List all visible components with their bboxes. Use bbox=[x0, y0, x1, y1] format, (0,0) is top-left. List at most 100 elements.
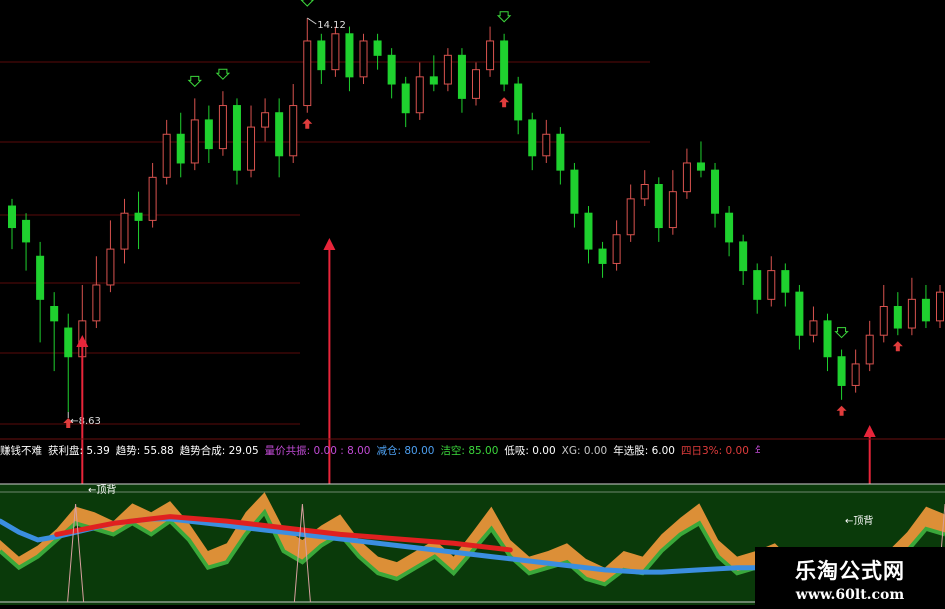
candle-body bbox=[317, 40, 326, 71]
candle-body bbox=[345, 33, 354, 78]
indicator-item: 四日3%: 0.00 bbox=[681, 445, 749, 457]
candle-body bbox=[823, 320, 832, 358]
candle-body bbox=[542, 133, 551, 157]
up-arrow-icon bbox=[302, 118, 313, 129]
candle-body bbox=[725, 212, 734, 243]
candle-body bbox=[837, 356, 846, 386]
candle-body bbox=[8, 205, 16, 229]
candle-body bbox=[865, 334, 874, 365]
candle-body bbox=[176, 133, 185, 164]
candle-body bbox=[387, 54, 396, 85]
down-arrow-icon bbox=[496, 11, 512, 23]
up-arrow-icon bbox=[836, 405, 847, 416]
up-arrow-icon bbox=[499, 97, 510, 108]
indicator-item: 量价共振: 0.00 : 8.00 bbox=[264, 445, 371, 457]
sub-label-top-divergence: ←顶背 bbox=[88, 483, 116, 496]
candle-body bbox=[514, 83, 523, 121]
candle-body bbox=[654, 183, 663, 229]
indicator-item: 获利盘: 5.39 bbox=[48, 445, 110, 457]
indicator-item: XG: 0.00 bbox=[561, 445, 608, 457]
high-pointer bbox=[306, 17, 317, 25]
candle-body bbox=[148, 176, 157, 221]
candle-body bbox=[204, 119, 213, 150]
down-arrow-icon bbox=[215, 68, 231, 80]
candle-body bbox=[36, 255, 45, 300]
candle-body bbox=[921, 298, 930, 322]
candle-body bbox=[711, 169, 720, 214]
candle-body bbox=[331, 33, 340, 71]
indicator-item: 赚钱不难 bbox=[0, 445, 42, 457]
candle-body bbox=[682, 162, 691, 193]
candle-body bbox=[809, 320, 818, 336]
candle-body bbox=[232, 105, 241, 171]
candle-body bbox=[907, 298, 916, 329]
signal-arrow-head bbox=[76, 335, 89, 347]
low-label: ←8.63 bbox=[70, 416, 101, 427]
candle-body bbox=[275, 112, 284, 157]
candle-body bbox=[457, 54, 466, 99]
watermark: 乐淘公式网 www.60lt.com bbox=[755, 547, 945, 609]
candle-body bbox=[500, 40, 509, 85]
high-label: 14.12 bbox=[317, 20, 346, 31]
candle-body bbox=[401, 83, 410, 114]
candle-body bbox=[879, 306, 888, 336]
indicator-item: 年选股: 6.00 bbox=[613, 445, 675, 457]
candle-body bbox=[781, 270, 790, 293]
down-arrow-icon bbox=[300, 0, 314, 7]
candle-body bbox=[92, 284, 101, 322]
down-arrow-icon bbox=[187, 75, 202, 88]
candle-body bbox=[134, 212, 143, 221]
candle-body bbox=[429, 76, 438, 85]
candle-body bbox=[696, 162, 705, 171]
candle-body bbox=[767, 270, 776, 300]
candle-body bbox=[415, 76, 424, 114]
candle-body bbox=[556, 133, 565, 171]
candle-body bbox=[22, 219, 31, 243]
candle-body bbox=[373, 40, 382, 56]
candle-body bbox=[106, 248, 115, 286]
indicator-item: 低吸: 0.00 bbox=[504, 445, 556, 457]
candle-body bbox=[795, 291, 804, 336]
signal-arrow-head bbox=[863, 425, 876, 437]
candle-body bbox=[359, 40, 368, 78]
candle-body bbox=[486, 40, 495, 71]
indicator-item: 减仓: 80.00 bbox=[376, 445, 435, 457]
up-arrow-icon bbox=[892, 341, 903, 352]
candle-body bbox=[162, 133, 171, 178]
candle-body bbox=[893, 306, 902, 329]
candle-body bbox=[851, 363, 860, 386]
sub-label-top-divergence: ←顶背 bbox=[845, 514, 873, 527]
candle-body bbox=[570, 169, 579, 214]
indicator-item: 洁空: 85.00 bbox=[440, 445, 499, 457]
candle-body bbox=[443, 54, 452, 85]
candle-body bbox=[668, 191, 677, 229]
candle-body bbox=[261, 112, 270, 128]
candle-body bbox=[936, 291, 944, 322]
candle-body bbox=[190, 119, 199, 164]
candle-body bbox=[218, 105, 227, 150]
candle-body bbox=[247, 126, 256, 171]
candle-body bbox=[626, 198, 635, 236]
watermark-url: www.60lt.com bbox=[795, 587, 905, 603]
indicator-item: 趋势合成: 29.05 bbox=[179, 445, 259, 457]
indicator-item: 趋势: 55.88 bbox=[115, 445, 174, 457]
candle-body bbox=[50, 306, 59, 322]
candle-body bbox=[598, 248, 607, 264]
candlestick-chart: 14.12 ←8.63 ←顶背 ←顶背 bbox=[0, 0, 945, 605]
candle-body bbox=[120, 212, 129, 250]
indicator-row: 赚钱不难 获利盘: 5.39 趋势: 55.88 趋势合成: 29.05 量价共振: 0… bbox=[0, 440, 760, 462]
candle-body bbox=[753, 270, 762, 300]
down-arrow-icon bbox=[834, 327, 849, 339]
candle-body bbox=[739, 241, 748, 272]
candle-body bbox=[472, 69, 480, 99]
indicator-item: 年成功: 4.00 bbox=[755, 445, 760, 457]
candle-body bbox=[64, 327, 73, 358]
candle-body bbox=[289, 105, 298, 157]
signal-arrow-head bbox=[323, 238, 336, 250]
candle-body bbox=[640, 183, 649, 200]
candle-body bbox=[528, 119, 537, 157]
watermark-title: 乐淘公式网 bbox=[795, 559, 905, 583]
candle-body bbox=[612, 234, 621, 264]
candle-body bbox=[584, 212, 593, 250]
candle-body bbox=[303, 40, 312, 107]
